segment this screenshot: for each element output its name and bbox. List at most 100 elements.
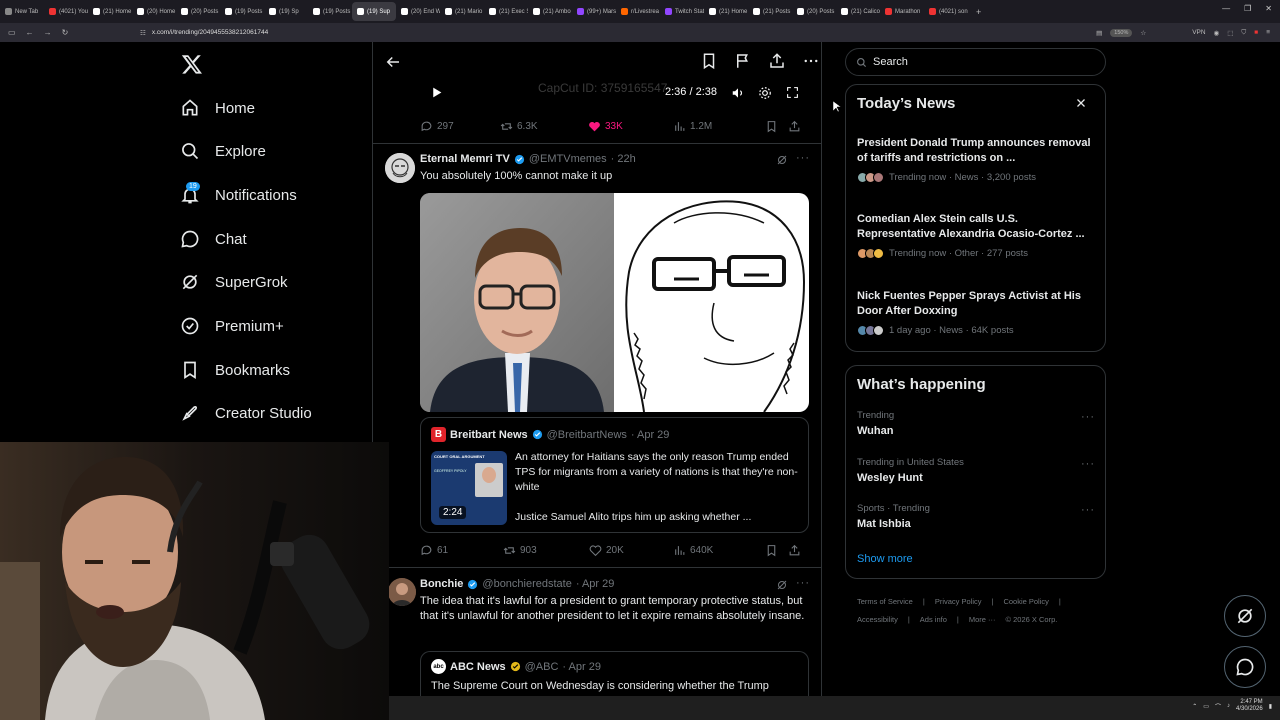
browser-tab[interactable]: r/Livestrea xyxy=(616,2,660,21)
privacy-link[interactable]: Privacy Policy xyxy=(935,597,982,606)
grok-fab-button[interactable] xyxy=(1224,595,1266,637)
browser-tab[interactable]: (21) Posts xyxy=(748,2,792,21)
browser-tab[interactable]: Marathon xyxy=(880,2,924,21)
news-item-title[interactable]: President Donald Trump announces removal… xyxy=(857,136,1097,166)
more-icon[interactable]: ··· xyxy=(796,577,810,589)
post-time[interactable]: · Apr 29 xyxy=(576,578,615,590)
views-button[interactable]: 640K xyxy=(673,544,765,557)
volume-icon[interactable] xyxy=(731,86,745,100)
author-name[interactable]: Bonchie xyxy=(420,578,463,590)
close-icon[interactable] xyxy=(1075,97,1087,109)
settings-gear-icon[interactable] xyxy=(758,86,772,100)
new-tab-icon[interactable]: + xyxy=(976,7,981,17)
menu-icon[interactable]: ≡ xyxy=(1266,29,1270,36)
grok-icon[interactable] xyxy=(776,579,788,591)
browser-tab[interactable]: New Tab xyxy=(0,2,44,21)
flag-icon[interactable] xyxy=(734,52,752,70)
minimize-icon[interactable]: — xyxy=(1222,4,1230,13)
cookie-link[interactable]: Cookie Policy xyxy=(1003,597,1048,606)
quoted-post[interactable]: B Breitbart News @BreitbartNews · Apr 29… xyxy=(420,417,809,533)
browser-tab[interactable]: (21) Home xyxy=(704,2,748,21)
x-logo-icon[interactable] xyxy=(181,53,203,75)
nav-premium[interactable]: Premium+ xyxy=(180,314,284,338)
browser-tab[interactable]: (20) Home xyxy=(132,2,176,21)
url-field[interactable]: x.com/i/trending/2049455538212061744 xyxy=(152,29,1096,36)
author-name[interactable]: Eternal Memri TV xyxy=(420,153,510,165)
more-icon[interactable] xyxy=(802,52,820,70)
grok-icon[interactable] xyxy=(776,154,788,166)
post-media-image[interactable] xyxy=(420,193,809,412)
views-button[interactable]: 1.2M xyxy=(673,120,765,133)
post-time[interactable]: · 22h xyxy=(611,153,636,165)
browser-tab[interactable]: (4021) son xyxy=(924,2,968,21)
trend-name[interactable]: Mat Ishbia xyxy=(857,518,911,530)
repost-button[interactable]: 903 xyxy=(503,544,589,557)
share-icon[interactable] xyxy=(768,52,786,70)
messages-fab-button[interactable] xyxy=(1224,646,1266,688)
nav-creator-studio[interactable]: Creator Studio xyxy=(180,401,312,425)
forward-icon[interactable]: → xyxy=(44,28,52,37)
notification-icon[interactable]: ▮ xyxy=(1269,703,1272,710)
trend-name[interactable]: Wesley Hunt xyxy=(857,472,923,484)
chevron-up-icon[interactable]: ⌃ xyxy=(1192,703,1197,710)
trend-name[interactable]: Wuhan xyxy=(857,425,893,437)
ads-info-link[interactable]: Ads info xyxy=(920,615,947,624)
like-button[interactable]: 20K xyxy=(589,544,673,557)
clock[interactable]: 2:47 PM 4/30/2026 xyxy=(1236,699,1263,713)
nav-bookmarks[interactable]: Bookmarks xyxy=(180,358,290,382)
news-item-title[interactable]: Comedian Alex Stein calls U.S. Represent… xyxy=(857,212,1097,242)
more-icon[interactable]: ··· xyxy=(796,152,810,164)
avatar[interactable] xyxy=(388,578,416,606)
accessibility-link[interactable]: Accessibility xyxy=(857,615,898,624)
network-icon[interactable]: ⌒ xyxy=(1215,702,1221,711)
browser-tab[interactable]: (19) Sup xyxy=(352,2,396,21)
extensions-icon[interactable]: ⬚ xyxy=(1227,29,1233,37)
browser-tab[interactable]: (20) End W xyxy=(396,2,440,21)
browser-tab[interactable]: Twitch Stat xyxy=(660,2,704,21)
more-link[interactable]: More ··· xyxy=(969,615,996,624)
shield-icon[interactable]: ⛉ xyxy=(1241,29,1246,37)
display-icon[interactable]: ▭ xyxy=(1203,703,1209,710)
volume-icon[interactable]: ♪ xyxy=(1227,703,1230,709)
share-icon[interactable] xyxy=(788,544,801,557)
nav-supergrok[interactable]: SuperGrok xyxy=(180,270,288,294)
more-icon[interactable]: ··· xyxy=(1081,411,1095,423)
avatar[interactable] xyxy=(385,153,415,183)
like-button[interactable]: 33K xyxy=(588,120,673,133)
more-icon[interactable]: ··· xyxy=(1081,458,1095,470)
browser-tab[interactable]: (21) Home xyxy=(88,2,132,21)
browser-tab[interactable]: (20) Posts xyxy=(176,2,220,21)
nav-home[interactable]: Home xyxy=(180,96,255,120)
reply-button[interactable]: 297 xyxy=(420,120,500,133)
browser-tab[interactable]: (19) Posts xyxy=(220,2,264,21)
fullscreen-icon[interactable] xyxy=(786,86,799,99)
bookmark-star-icon[interactable]: ☆ xyxy=(1140,29,1146,37)
browser-tab[interactable]: (19) Sp xyxy=(264,2,308,21)
bookmark-icon[interactable] xyxy=(765,544,778,557)
zoom-level[interactable]: 150% xyxy=(1110,28,1133,37)
maximize-icon[interactable]: ❐ xyxy=(1244,4,1251,13)
browser-tab[interactable]: (20) Posts xyxy=(792,2,836,21)
nav-chat[interactable]: Chat xyxy=(180,227,247,251)
reader-icon[interactable]: ▤ xyxy=(1096,29,1102,37)
browser-tab[interactable]: (21) Mario xyxy=(440,2,484,21)
share-icon[interactable] xyxy=(788,120,801,133)
close-window-icon[interactable]: ✕ xyxy=(1265,4,1272,13)
browser-tab[interactable]: (21) Exec S xyxy=(484,2,528,21)
terms-link[interactable]: Terms of Service xyxy=(857,597,913,606)
sidebar-toggle-icon[interactable]: ▭ xyxy=(8,28,16,37)
reload-icon[interactable]: ↻ xyxy=(62,28,69,37)
browser-tab[interactable]: (99+) Mars xyxy=(572,2,616,21)
quote-video-thumbnail[interactable]: COURT ORAL ARGUMENT GEOFFREY PIPOLY 2:24 xyxy=(431,451,507,525)
bookmark-icon[interactable] xyxy=(765,120,778,133)
bookmark-icon[interactable] xyxy=(700,52,718,70)
nav-explore[interactable]: Explore xyxy=(180,139,266,163)
repost-button[interactable]: 6.3K xyxy=(500,120,588,133)
browser-tab[interactable]: (21) Ambo xyxy=(528,2,572,21)
vpn-button[interactable]: VPN xyxy=(1192,29,1205,36)
author-handle[interactable]: @bonchieredstate xyxy=(482,578,571,590)
author-handle[interactable]: @EMTVmemes xyxy=(529,153,607,165)
back-icon[interactable]: ← xyxy=(26,28,34,37)
news-item-title[interactable]: Nick Fuentes Pepper Sprays Activist at H… xyxy=(857,289,1097,319)
site-info-icon[interactable]: ☷ xyxy=(140,29,146,37)
